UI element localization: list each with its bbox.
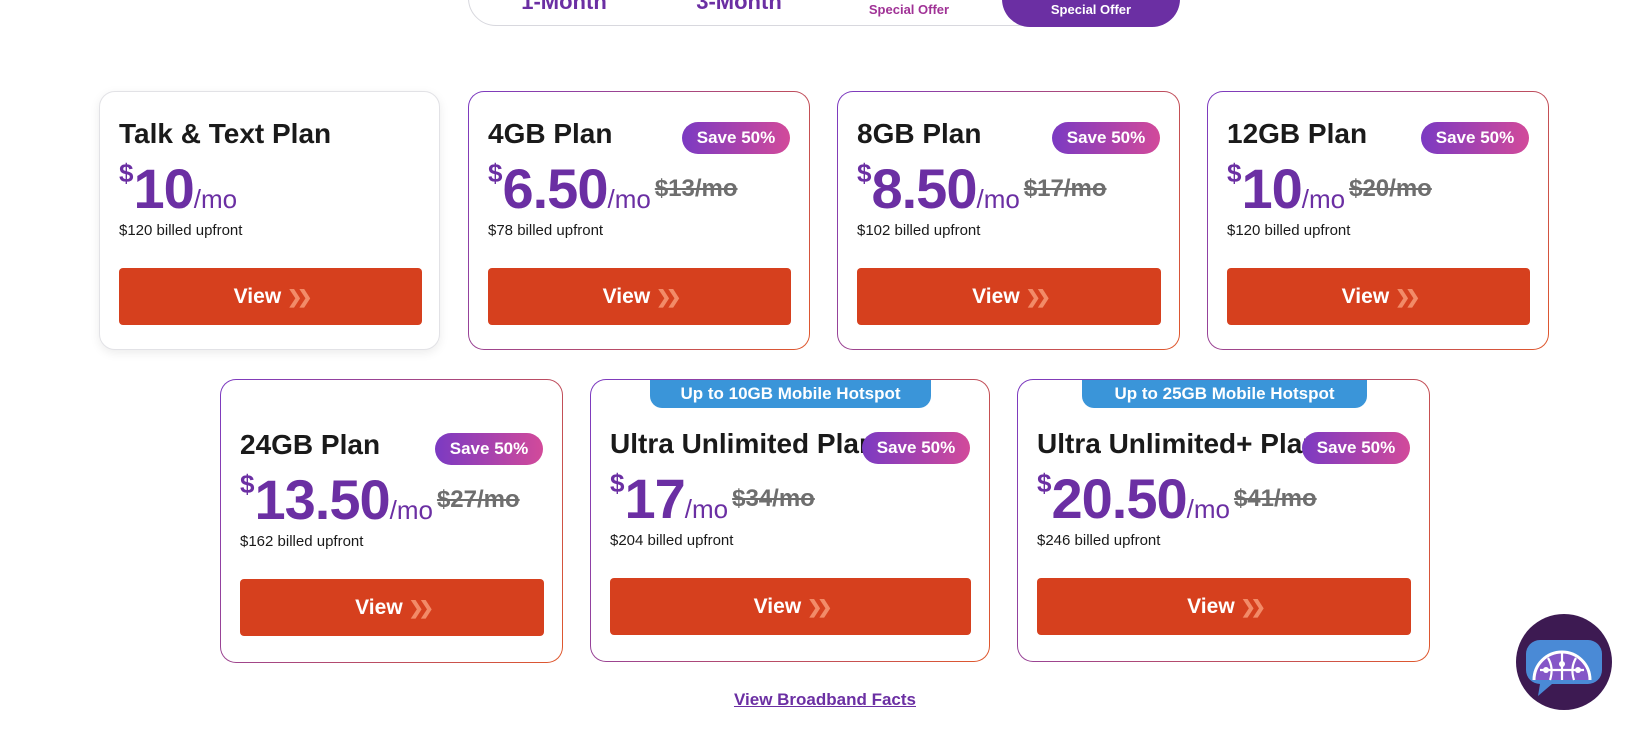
price-period: /mo (976, 184, 1020, 214)
original-price: $17/mo (1023, 175, 1107, 202)
original-price: $41/mo (1233, 485, 1317, 512)
price-currency: $ (240, 469, 255, 499)
tab-label: 3-Month (696, 0, 782, 14)
plan-title: 24GB Plan (240, 429, 381, 460)
tab-1-month[interactable]: 1-Month (489, 0, 639, 27)
view-plan-button[interactable]: View ❯❯ (1037, 578, 1411, 635)
plan-title: 12GB Plan (1227, 118, 1368, 149)
tab-3-month[interactable]: 3-Month (664, 0, 814, 27)
save-badge: Save 50% (1302, 432, 1410, 464)
chevron-double-right-icon: ❯❯ (1025, 287, 1051, 307)
price-amount: 17 (624, 467, 685, 530)
original-price: $13/mo (654, 175, 738, 202)
price-currency: $ (119, 158, 134, 188)
plan-price: $17/mo $34/mo (610, 466, 815, 531)
chevron-double-right-icon: ❯❯ (1395, 287, 1420, 307)
save-badge: Save 50% (1421, 122, 1529, 154)
price-period: /mo (684, 494, 729, 524)
chat-button[interactable] (1516, 614, 1612, 710)
price-amount: 20.50 (1051, 467, 1187, 530)
save-badge: Save 50% (1052, 122, 1160, 154)
plan-title: Talk & Text Plan (119, 118, 332, 149)
billed-upfront: $120 billed upfront (119, 222, 243, 239)
price-period: /mo (389, 495, 433, 525)
price-period: /mo (607, 184, 651, 214)
save-badge: Save 50% (435, 433, 543, 465)
plan-card-8gb: 8GB Plan Save 50% $8.50/mo $17/mo $102 bi… (837, 91, 1180, 350)
plan-card-24gb: 24GB Plan Save 50% $13.50/mo $27/mo $162 … (220, 379, 563, 663)
price-amount: 10 (1241, 157, 1302, 220)
plan-title: Ultra Unlimited Plan (610, 428, 877, 459)
view-label: View (355, 596, 403, 619)
billed-upfront: $204 billed upfront (610, 532, 734, 549)
hotspot-banner: Up to 25GB Mobile Hotspot (1082, 380, 1367, 408)
price-currency: $ (1227, 158, 1242, 188)
tab-label: 1-Month (521, 0, 607, 14)
price-currency: $ (857, 158, 872, 188)
tab-special-offer-1[interactable]: Special Offer (819, 0, 999, 27)
plan-title: 4GB Plan (488, 118, 613, 149)
billed-upfront: $246 billed upfront (1037, 532, 1161, 549)
plan-price: $8.50/mo $17/mo (857, 156, 1107, 221)
view-label: View (753, 595, 802, 618)
price-currency: $ (1037, 468, 1052, 498)
view-plan-button[interactable]: View ❯❯ (119, 268, 422, 325)
original-price: $20/mo (1349, 175, 1432, 202)
plan-price: $20.50/mo $41/mo (1037, 466, 1317, 531)
price-amount: 8.50 (871, 157, 977, 220)
plan-price: $10/mo $20/mo (1227, 156, 1432, 221)
plan-price: $13.50/mo $27/mo (240, 467, 520, 532)
original-price: $27/mo (436, 486, 520, 513)
plan-card-12gb: 12GB Plan Save 50% $10/mo $20/mo $120 bil… (1207, 91, 1549, 350)
chat-globe-icon (1526, 640, 1602, 696)
price-period: /mo (1301, 184, 1346, 214)
billed-upfront: $120 billed upfront (1227, 222, 1351, 239)
view-plan-button[interactable]: View ❯❯ (488, 268, 791, 325)
view-label: View (233, 285, 282, 308)
price-period: /mo (1186, 494, 1230, 524)
view-broadband-facts-link[interactable]: View Broadband Facts (734, 690, 916, 709)
price-period: /mo (193, 184, 238, 214)
original-price: $34/mo (732, 485, 815, 512)
view-label: View (1187, 595, 1235, 618)
hotspot-banner: Up to 10GB Mobile Hotspot (650, 380, 931, 408)
view-plan-button[interactable]: View ❯❯ (857, 268, 1161, 325)
chevron-double-right-icon: ❯❯ (287, 287, 312, 307)
billed-upfront: $162 billed upfront (240, 533, 364, 550)
billed-upfront: $102 billed upfront (857, 222, 981, 239)
plan-title: 8GB Plan (857, 118, 982, 149)
plan-duration-tabs: 1-Month 3-Month Special Offer Special Of… (468, 0, 1180, 27)
tab-sub-label: Special Offer (868, 2, 950, 17)
price-amount: 10 (133, 157, 194, 220)
plan-card-4gb: 4GB Plan Save 50% $6.50/mo $13/mo $78 bil… (468, 91, 810, 350)
price-currency: $ (488, 158, 503, 188)
chevron-double-right-icon: ❯❯ (1240, 597, 1266, 617)
price-amount: 6.50 (502, 157, 608, 220)
plan-card-ultra-unlimited: Up to 10GB Mobile Hotspot Ultra Unlimite… (590, 379, 990, 662)
plan-title: Ultra Unlimited+ Plan (1037, 428, 1320, 459)
view-plan-button[interactable]: View ❯❯ (1227, 268, 1530, 325)
chevron-double-right-icon: ❯❯ (807, 597, 832, 617)
price-amount: 13.50 (254, 468, 390, 531)
view-label: View (1341, 285, 1390, 308)
tab-special-offer-2[interactable]: Special Offer (1002, 0, 1180, 27)
plan-price: $6.50/mo $13/mo (488, 156, 738, 221)
plan-price: $10/mo (119, 156, 237, 221)
price-currency: $ (610, 468, 625, 498)
save-badge: Save 50% (862, 432, 970, 464)
broadband-facts-container: View Broadband Facts (0, 690, 1650, 710)
billed-upfront: $78 billed upfront (488, 222, 604, 239)
chevron-double-right-icon: ❯❯ (408, 598, 434, 618)
view-label: View (972, 285, 1020, 308)
save-badge: Save 50% (682, 122, 790, 154)
tab-sub-label: Special Offer (1050, 2, 1132, 17)
view-plan-button[interactable]: View ❯❯ (240, 579, 544, 636)
chevron-double-right-icon: ❯❯ (656, 287, 681, 307)
plan-card-ultra-unlimited-plus: Up to 25GB Mobile Hotspot Ultra Unlimite… (1017, 379, 1430, 662)
view-plan-button[interactable]: View ❯❯ (610, 578, 971, 635)
plan-card-talk-text: Talk & Text Plan $10/mo $120 billed upfr… (99, 91, 440, 350)
view-label: View (602, 285, 651, 308)
